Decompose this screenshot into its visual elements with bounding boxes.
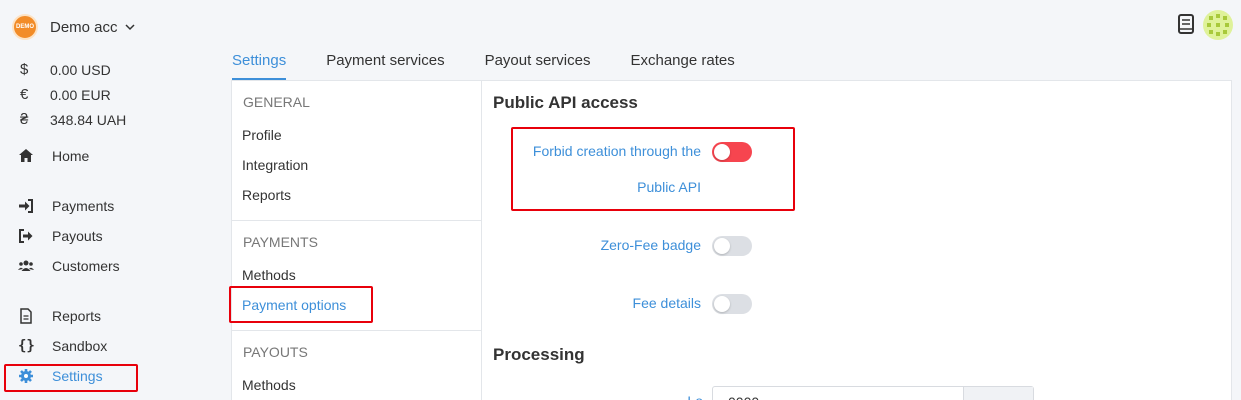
balance-amount: 348.84 UAH: [50, 111, 127, 128]
chevron-down-icon: [125, 24, 135, 31]
home-icon: [18, 148, 52, 164]
zero-fee-badge-toggle[interactable]: [712, 236, 752, 256]
subnav-item-integration[interactable]: Integration: [232, 151, 481, 181]
tab-payout-services[interactable]: Payout services: [485, 42, 591, 80]
account-name: Demo acc: [50, 18, 118, 36]
nav-label: Customers: [52, 258, 120, 274]
tab-exchange-rates[interactable]: Exchange rates: [630, 42, 734, 80]
subnav-group-title: GENERAL: [243, 94, 310, 110]
nav-item-sandbox[interactable]: {} Sandbox: [0, 331, 210, 361]
nav-label: Payments: [52, 198, 115, 214]
balance-uah: ₴ 348.84 UAH: [20, 107, 126, 132]
section-title-processing: Processing: [493, 345, 585, 364]
account-switcher[interactable]: DEMO Demo acc: [12, 13, 136, 41]
sign-in-icon: [18, 198, 52, 214]
tab-bar: Settings Payment services Payout service…: [232, 42, 775, 80]
balances: $ 0.00 USD € 0.00 EUR ₴ 348.84 UAH: [20, 57, 126, 132]
nav-transactions: Payments Payouts Customers: [0, 191, 210, 281]
tab-payment-services[interactable]: Payment services: [326, 42, 444, 80]
settings-main: Public API access Forbid creation throug…: [483, 81, 1231, 400]
subnav-group-title: PAYMENTS: [243, 234, 318, 250]
highlight-box-payment-options: [229, 286, 373, 323]
section-title-public-api: Public API access: [493, 93, 638, 112]
avatar[interactable]: [1203, 10, 1233, 40]
processing-input[interactable]: 0000: [712, 386, 1034, 400]
nav-item-reports[interactable]: Reports: [0, 301, 210, 331]
processing-field-label: Lo: [583, 393, 703, 400]
nav-label: Sandbox: [52, 338, 108, 354]
nav-main: Home: [0, 141, 210, 171]
processing-input-value: 0000: [728, 394, 759, 400]
nav-label: Reports: [52, 308, 102, 324]
file-icon: [18, 308, 52, 324]
subnav-item-profile[interactable]: Profile: [232, 121, 481, 151]
balance-amount: 0.00 USD: [50, 61, 111, 78]
tab-settings[interactable]: Settings: [232, 42, 287, 80]
balance-eur: € 0.00 EUR: [20, 82, 126, 107]
zero-fee-badge-label: Zero-Fee badge: [600, 237, 701, 253]
sidebar: DEMO Demo acc $ 0.00 USD € 0.00 EUR ₴ 34…: [0, 0, 210, 400]
subnav-group-title: PAYOUTS: [243, 344, 308, 360]
nav-label: Home: [52, 148, 90, 164]
highlight-box-settings: [4, 364, 138, 392]
subnav-item-reports[interactable]: Reports: [232, 181, 481, 211]
header-actions: [1175, 10, 1233, 40]
nav-item-payouts[interactable]: Payouts: [0, 221, 210, 251]
dollar-icon: $: [20, 61, 29, 78]
balance-amount: 0.00 EUR: [50, 86, 111, 103]
nav-item-home[interactable]: Home: [0, 141, 210, 171]
highlight-box-public-api: [511, 127, 795, 211]
nav-label: Payouts: [52, 228, 103, 244]
nav-item-payments[interactable]: Payments: [0, 191, 210, 221]
subnav-item-payout-methods[interactable]: Methods: [232, 371, 481, 400]
hryvnia-icon: ₴: [20, 111, 29, 128]
input-addon: [963, 387, 1033, 400]
book-icon[interactable]: [1175, 13, 1197, 38]
settings-panel: GENERAL Profile Integration Reports PAYM…: [229, 80, 1232, 400]
identicon-icon: [1207, 14, 1229, 36]
sign-out-icon: [18, 228, 52, 244]
balance-usd: $ 0.00 USD: [20, 57, 126, 82]
euro-icon: €: [20, 86, 29, 103]
nav-item-customers[interactable]: Customers: [0, 251, 210, 281]
code-braces-icon: {}: [18, 338, 35, 354]
users-icon: [18, 258, 52, 274]
fee-details-label: Fee details: [632, 295, 701, 311]
demo-logo: DEMO: [12, 14, 38, 40]
fee-details-toggle[interactable]: [712, 294, 752, 314]
settings-subnav: GENERAL Profile Integration Reports PAYM…: [229, 81, 482, 400]
